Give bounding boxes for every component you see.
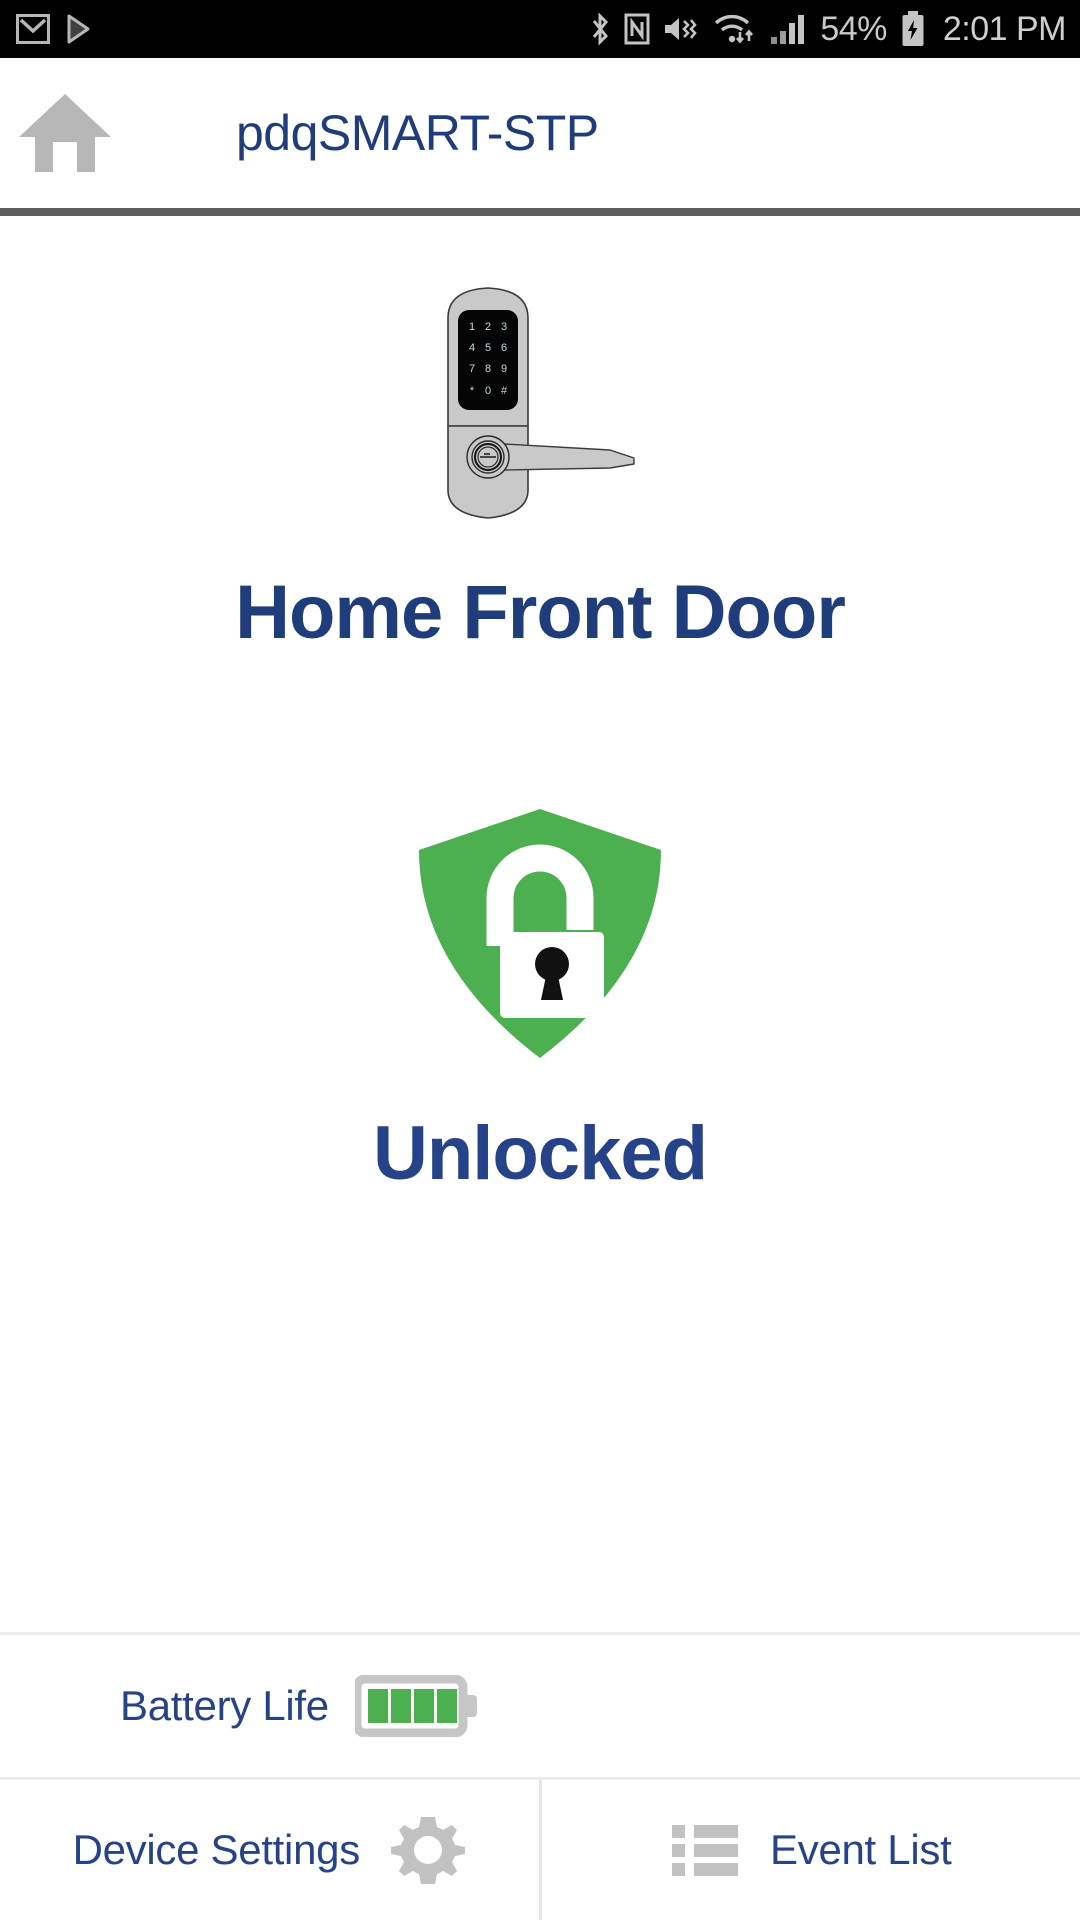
device-name-label: Home Front Door	[235, 570, 846, 655]
cellular-signal-icon	[771, 15, 805, 44]
svg-text:6: 6	[501, 342, 507, 354]
clock-label: 2:01 PM	[942, 9, 1067, 48]
svg-text:3: 3	[501, 321, 507, 333]
svg-text:#: #	[501, 385, 508, 397]
svg-text:1: 1	[469, 321, 475, 333]
status-bar-system-icons: 54% 2:01 PM	[589, 9, 1067, 49]
home-icon	[19, 94, 111, 172]
event-list-label: Event List	[770, 1826, 952, 1873]
battery-life-label: Battery Life	[120, 1682, 329, 1729]
event-list-button[interactable]: Event List	[542, 1780, 1080, 1920]
battery-icon	[354, 1675, 481, 1737]
gmail-icon	[16, 14, 50, 44]
device-settings-button[interactable]: Device Settings	[0, 1780, 539, 1920]
system-status-bar: 54% 2:01 PM	[0, 0, 1080, 58]
status-bar-notification-icons	[16, 14, 92, 44]
battery-percent-label: 54%	[820, 9, 887, 48]
svg-text:0: 0	[485, 385, 491, 397]
header-divider	[0, 208, 1080, 216]
svg-text:8: 8	[485, 363, 491, 375]
lock-status-icon-wrap[interactable]	[414, 806, 666, 1066]
battery-life-row: Battery Life	[0, 1635, 1080, 1777]
svg-text:4: 4	[469, 342, 475, 354]
bluetooth-icon	[593, 12, 609, 46]
svg-text:7: 7	[469, 363, 475, 375]
app-header: pdqSMART-STP	[0, 58, 1080, 208]
svg-text:5: 5	[485, 342, 491, 354]
svg-text:9: 9	[501, 363, 507, 375]
list-icon	[672, 1825, 739, 1876]
device-settings-label: Device Settings	[72, 1826, 361, 1873]
svg-text:2: 2	[485, 321, 491, 333]
home-button[interactable]	[0, 58, 120, 208]
app-root: 54% 2:01 PM pdqSMART-STP 1 2 3 4 5 6 7 8…	[0, 0, 1080, 1920]
mute-vibrate-icon	[665, 18, 698, 40]
svg-text:*: *	[470, 385, 475, 397]
charging-battery-icon	[902, 11, 924, 46]
wifi-icon	[715, 14, 754, 44]
smart-lock-keypad-image: 123 456 789 * 0 #	[400, 278, 680, 533]
app-title: pdqSMART-STP	[236, 105, 599, 161]
lock-status-label: Unlocked	[372, 1111, 708, 1196]
main-content: 123 456 789 * 0 # Home Front Door Unlock…	[0, 216, 1080, 1632]
nfc-icon	[624, 13, 650, 45]
gear-icon	[390, 1817, 465, 1884]
shield-unlocked-icon	[419, 809, 661, 1058]
bottom-action-bar: Device Settings Event List	[0, 1780, 1080, 1920]
play-store-icon	[67, 14, 90, 44]
